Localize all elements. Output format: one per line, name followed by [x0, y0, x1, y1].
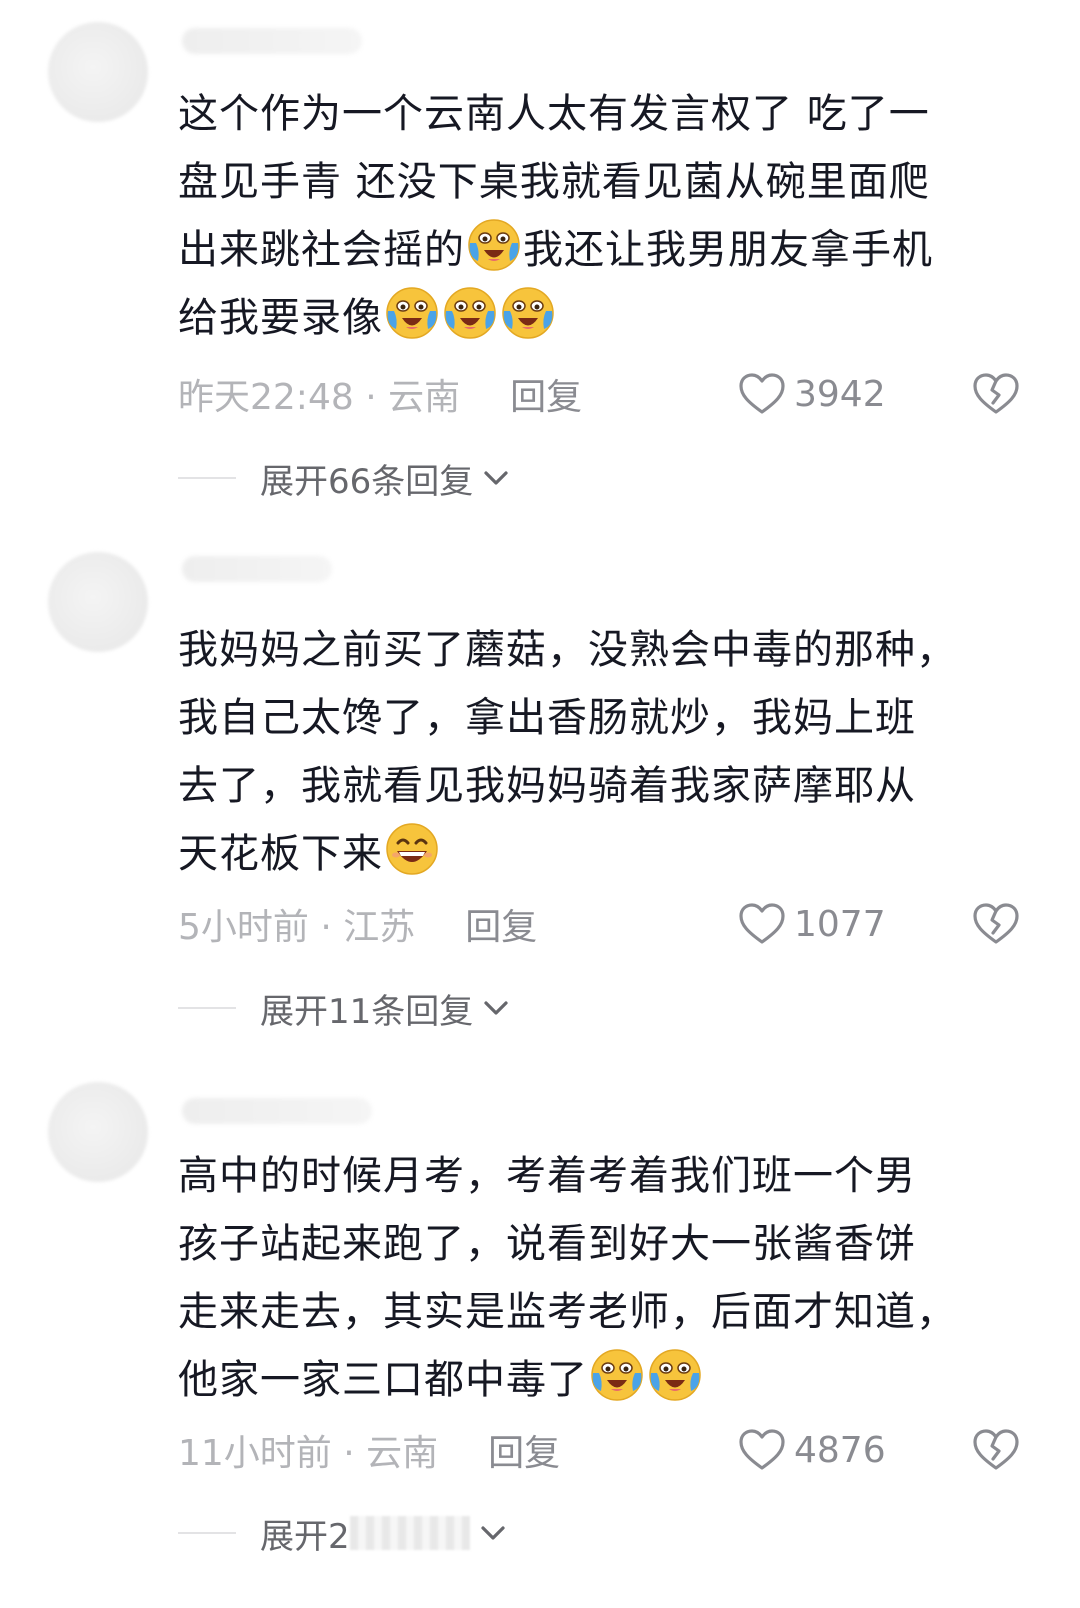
comment-time: 11小时前 · 云南: [178, 1433, 439, 1474]
broken-heart-icon[interactable]: [972, 370, 1020, 418]
expand-replies-label: 展开2: [260, 1516, 350, 1557]
cry-laugh-emoji: [589, 1347, 645, 1403]
comment-meta: 11小时前 · 云南 回复 4876: [178, 1420, 1020, 1480]
comment-text: 这个作为一个云南人太有发言权了 吃了一 盘见手青 还没下桌我就看见菌从碗里面爬 …: [178, 80, 1008, 352]
like-button[interactable]: 4876: [738, 1426, 886, 1474]
comment-line: 给我要录像: [178, 284, 1008, 352]
comment-line: 出来跳社会摇的 我还让我男朋友拿手机: [178, 216, 1008, 284]
username-blurred[interactable]: [182, 556, 332, 582]
comment-line: 去了，我就看见我妈妈骑着我家萨摩耶从: [178, 763, 916, 809]
comment-meta: 昨天22:48 · 云南 回复 3942: [178, 364, 1020, 424]
expand-replies-button[interactable]: 展开2: [178, 1508, 508, 1558]
cry-laugh-emoji: [442, 285, 498, 341]
broken-heart-icon[interactable]: [972, 1426, 1020, 1474]
heart-icon: [738, 1426, 786, 1474]
like-button[interactable]: 1077: [738, 900, 886, 948]
divider-line: [178, 1007, 236, 1009]
cry-laugh-emoji: [466, 217, 522, 273]
reply-button[interactable]: 回复: [510, 368, 582, 420]
divider-line: [178, 477, 236, 479]
chevron-down-icon: [481, 463, 511, 493]
comment-time: 5小时前 · 江苏: [178, 907, 416, 948]
chevron-down-icon: [481, 993, 511, 1023]
comment-line: 天花板下来: [178, 820, 1008, 888]
comment-line: 高中的时候月考，考着考着我们班一个男: [178, 1153, 916, 1199]
grin-emoji: [384, 821, 440, 877]
avatar[interactable]: [48, 1082, 148, 1182]
comment-line: 走来走去，其实是监考老师，后面才知道，: [178, 1289, 957, 1335]
comment-line: 我自己太馋了，拿出香肠就炒，我妈上班: [178, 695, 916, 741]
comment-line: 我妈妈之前买了蘑菇，没熟会中毒的那种，: [178, 627, 957, 673]
heart-icon: [738, 900, 786, 948]
expand-replies-label: 展开11条回复: [260, 991, 474, 1032]
heart-icon: [738, 370, 786, 418]
expand-replies-button[interactable]: 展开66条回复: [178, 453, 511, 503]
username-blurred[interactable]: [182, 28, 362, 54]
comment-meta: 5小时前 · 江苏 回复 1077: [178, 894, 1020, 954]
avatar[interactable]: [48, 22, 148, 122]
watermark-mask: [349, 1516, 470, 1550]
cry-laugh-emoji: [647, 1347, 703, 1403]
cry-laugh-emoji: [500, 285, 556, 341]
reply-button[interactable]: 回复: [488, 1424, 560, 1476]
like-count: 1077: [794, 903, 886, 945]
comment-line: 孩子站起来跑了，说看到好大一张酱香饼: [178, 1221, 916, 1267]
like-count: 3942: [794, 373, 886, 415]
broken-heart-icon[interactable]: [972, 900, 1020, 948]
like-count: 4876: [794, 1429, 886, 1471]
cry-laugh-emoji: [384, 285, 440, 341]
like-button[interactable]: 3942: [738, 370, 886, 418]
chevron-down-icon: [478, 1518, 508, 1548]
comment-text: 我妈妈之前买了蘑菇，没熟会中毒的那种， 我自己太馋了，拿出香肠就炒，我妈上班 去…: [178, 616, 1008, 888]
reply-button[interactable]: 回复: [465, 898, 537, 950]
comment-time: 昨天22:48 · 云南: [178, 377, 461, 418]
comment-line: 他家一家三口都中毒了: [178, 1346, 1008, 1414]
expand-replies-button[interactable]: 展开11条回复: [178, 983, 511, 1033]
comment-text: 高中的时候月考，考着考着我们班一个男 孩子站起来跑了，说看到好大一张酱香饼 走来…: [178, 1142, 1008, 1414]
avatar[interactable]: [48, 552, 148, 652]
divider-line: [178, 1532, 236, 1534]
comment-line: 这个作为一个云南人太有发言权了 吃了一: [178, 91, 930, 137]
expand-replies-label: 展开66条回复: [260, 461, 474, 502]
username-blurred[interactable]: [182, 1098, 372, 1124]
comment-line: 盘见手青 还没下桌我就看见菌从碗里面爬: [178, 159, 930, 205]
